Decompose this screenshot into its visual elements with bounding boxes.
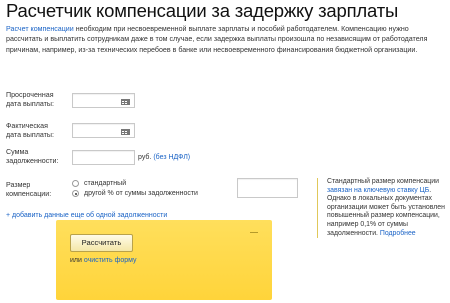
debt-label: Сумма задолженности: [6, 148, 59, 165]
compensation-label: Размер компенсации: [6, 181, 52, 198]
minus-icon [250, 232, 258, 233]
calendar-icon[interactable] [121, 99, 130, 105]
compensation-note: Стандартный размер компенсации завязан н… [317, 178, 449, 239]
radio-other-control[interactable] [72, 190, 79, 197]
page-title: Расчетчик компенсации за задержку зарпла… [6, 0, 399, 21]
intro-link[interactable]: Расчет компенсации [6, 25, 74, 33]
clear-form-link[interactable]: очистить форму [84, 257, 137, 264]
intro-paragraph: Расчет компенсации необходим при несвоев… [6, 24, 446, 55]
actual-date-input[interactable] [72, 123, 135, 138]
debt-amount-input[interactable] [72, 150, 135, 165]
debt-unit: руб. (без НДФЛ) [138, 154, 191, 161]
radio-other-percent[interactable]: другой % от суммы задолженности [72, 190, 198, 197]
radio-standard[interactable]: стандартный [72, 180, 126, 187]
key-rate-link[interactable]: завязан на ключевую ставку ЦБ [327, 187, 429, 194]
overdue-date-label: Просроченная дата выплаты: [6, 91, 54, 108]
ndfl-link[interactable]: (без НДФЛ) [153, 154, 190, 161]
actual-date-label: Фактическая дата выплаты: [6, 122, 54, 139]
action-panel: Рассчитать или очистить форму [56, 220, 272, 300]
add-debt-link[interactable]: + добавить данные еще об одной задолженн… [6, 212, 167, 219]
calculate-button[interactable]: Рассчитать [70, 234, 133, 252]
details-link[interactable]: Подробнее [380, 230, 416, 237]
percent-input[interactable] [237, 178, 298, 198]
clear-row: или очистить форму [70, 257, 137, 264]
radio-standard-control[interactable] [72, 180, 79, 187]
overdue-date-input[interactable] [72, 93, 135, 108]
calendar-icon[interactable] [121, 129, 130, 135]
